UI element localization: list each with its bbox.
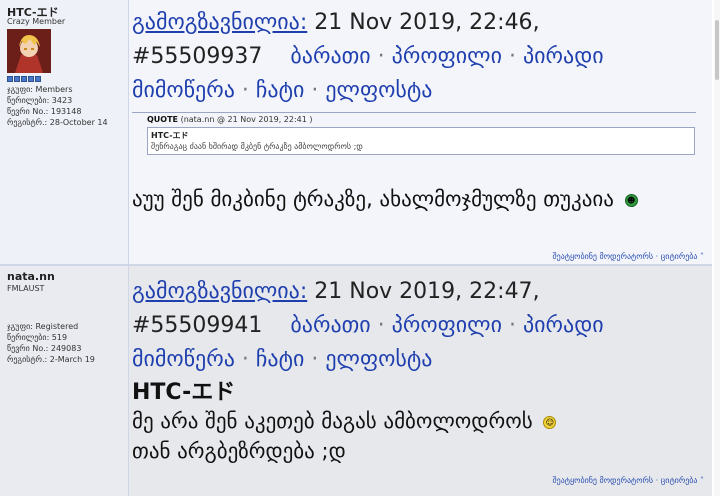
post-body-title: HTC-エド [132,380,236,405]
quote-meta: (nata.nn @ 21 Nov 2019, 22:41 ) [180,115,313,124]
rank-pips [7,76,41,82]
post-date: 21 Nov 2019, 22:47 [314,279,533,304]
link-card[interactable]: ბარათი [290,313,370,338]
user-post-count: წერილები: 3423 [7,96,73,105]
user-group: ჯგუფი: Members [7,85,73,94]
quote-box: HTC-エド შენრაგაც ძაან ხშირად მკბენ ტრაკზე… [147,127,695,155]
post-body-text: მე არა შენ აკეთებ მაგას ამბოლოდროს [132,409,533,433]
quote-link[interactable]: ციტირება [661,476,698,485]
link-email[interactable]: ელფოსტა [325,347,432,372]
link-email[interactable]: ელფოსტა [325,78,432,103]
up-arrow-icon[interactable]: ˄ [700,476,704,485]
quote-text: შენრაგაც ძაან ხშირად მკბენ ტრაკზე ამბოლო… [151,142,363,151]
post-content: გამოგზავნილია: 21 Nov 2019, 22:47, #5550… [130,266,712,496]
report-link[interactable]: შეატყობინე მოდერატორს [553,476,654,485]
posted-label[interactable]: გამოგზავნილია: [132,279,307,304]
user-member-no: წევრი No.: 249083 [7,344,82,353]
user-post-count: წერილები: 519 [7,333,68,342]
post-footer: შეატყობინე მოდერატორს · ციტირება ˄ [552,252,704,261]
post-body-text-line2: თან არგბეზრდება ;დ [132,439,346,463]
quote-link[interactable]: ციტირება [661,252,698,261]
post-header: გამოგზავნილია: 21 Nov 2019, 22:46, #5550… [132,10,604,103]
quote-label: QUOTE [147,115,179,124]
post-body: მე არა შენ აკეთებ მაგას ამბოლოდროს ☺ თან… [132,406,702,466]
user-group: ჯგუფი: Registered [7,322,79,331]
link-chat[interactable]: ჩატი [256,347,304,372]
post-footer: შეატყობინე მოდერატორს · ციტირება ˄ [552,476,704,485]
avatar[interactable] [7,29,51,73]
user-registered: რეგისტრ.: 2-March 19 [7,355,95,364]
post-2: nata.nn FMLAUST ჯგუფი: Registered წერილე… [0,266,712,496]
user-member-no: წევრი No.: 193148 [7,107,82,116]
quote-block: QUOTE (nata.nn @ 21 Nov 2019, 22:41 ) HT… [132,112,696,159]
post-1: HTC-エド Crazy Member ჯგუფი: Members წერილ… [0,0,712,266]
user-title: Crazy Member [7,17,66,26]
smiley-green-icon: ☻ [624,193,638,207]
link-card[interactable]: ბარათი [290,44,370,69]
post-body-text: აუუ შენ მიკბინე ტრაკზე, ახალმოჯმულზე თუკ… [132,187,614,211]
link-profile[interactable]: პროფილი [392,313,502,338]
user-panel: HTC-エド Crazy Member ჯგუფი: Members წერილ… [0,0,129,266]
user-panel: nata.nn FMLAUST ჯგუფი: Registered წერილე… [0,266,129,496]
post-id: #55509941 [132,313,263,338]
quote-author: HTC-エド [151,131,189,140]
link-profile[interactable]: პროფილი [392,44,502,69]
post-id: #55509937 [132,44,263,69]
post-header: გამოგზავნილია: 21 Nov 2019, 22:47, #5550… [132,279,604,372]
username[interactable]: nata.nn [7,270,55,283]
post-date: 21 Nov 2019, 22:46 [314,10,533,35]
scrollbar-thumb[interactable] [715,20,719,80]
posted-label[interactable]: გამოგზავნილია: [132,10,307,35]
smiley-yellow-icon: ☺ [543,415,557,429]
scrollbar[interactable] [714,0,720,496]
link-chat[interactable]: ჩატი [256,78,304,103]
report-link[interactable]: შეატყობინე მოდერატორს [553,252,654,261]
user-title: FMLAUST [7,284,45,293]
user-registered: რეგისტრ.: 28-October 14 [7,118,108,127]
post-content: გამოგზავნილია: 21 Nov 2019, 22:46, #5550… [130,0,712,266]
up-arrow-icon[interactable]: ˄ [700,252,704,261]
post-body: აუუ შენ მიკბინე ტრაკზე, ახალმოჯმულზე თუკ… [132,184,702,214]
